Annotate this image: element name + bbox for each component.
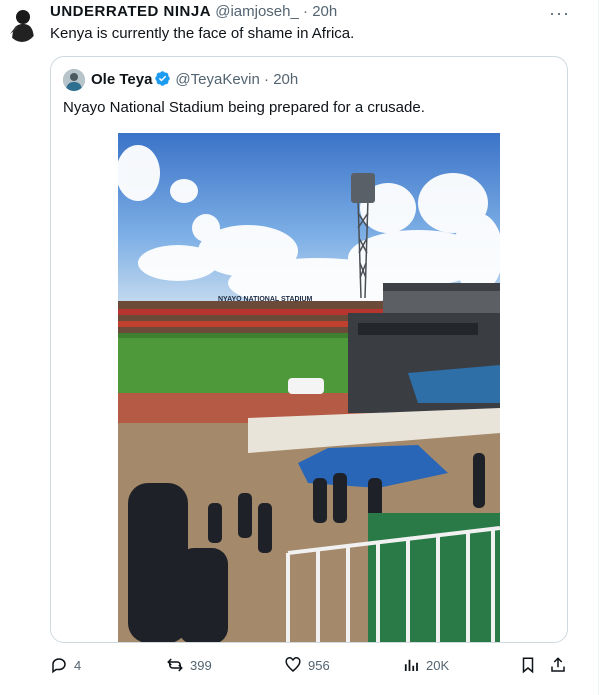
- retweet-count: 399: [190, 657, 212, 673]
- tweet-time[interactable]: 20h: [312, 3, 337, 20]
- bookmark-icon: [522, 657, 534, 674]
- tweet-header: UNDERRATED NINJA @iamjoseh_ · 20h: [50, 3, 337, 21]
- quote-time[interactable]: 20h: [273, 71, 298, 88]
- quote-text: Nyayo National Stadium being prepared fo…: [63, 99, 425, 116]
- views-button[interactable]: 20K: [402, 656, 449, 674]
- quote-author-avatar[interactable]: [63, 69, 85, 91]
- heart-icon: [285, 657, 301, 672]
- quoted-tweet[interactable]: Ole Teya @TeyaKevin · 20h Nyayo National …: [50, 56, 568, 643]
- retweet-icon: [167, 658, 183, 672]
- tweet[interactable]: UNDERRATED NINJA @iamjoseh_ · 20h ··· Ke…: [0, 0, 599, 695]
- quote-header: Ole Teya @TeyaKevin · 20h: [91, 70, 298, 92]
- reply-icon: [52, 658, 66, 674]
- author-name[interactable]: UNDERRATED NINJA: [50, 3, 211, 20]
- more-dots-icon[interactable]: ···: [549, 3, 570, 24]
- views-chart-icon: [404, 659, 418, 671]
- share-button[interactable]: [549, 656, 567, 674]
- stadium-photo[interactable]: NYAYO NATIONAL STADIUM: [118, 133, 500, 642]
- quote-author-name[interactable]: Ole Teya: [91, 71, 152, 88]
- header-separator: ·: [303, 3, 309, 20]
- quote-separator: ·: [264, 71, 270, 88]
- retweet-button[interactable]: 399: [166, 656, 212, 674]
- stadium-sign: NYAYO NATIONAL STADIUM: [218, 296, 313, 303]
- share-icon: [551, 657, 565, 672]
- author-handle[interactable]: @iamjoseh_: [215, 3, 299, 20]
- reply-button[interactable]: 4: [50, 656, 81, 674]
- verified-badge-icon: [154, 70, 171, 92]
- like-button[interactable]: 956: [284, 656, 330, 674]
- views-count: 20K: [426, 657, 450, 673]
- reply-count: 4: [74, 657, 82, 673]
- like-count: 956: [308, 657, 330, 673]
- action-bar: 4 399 956 20K: [0, 650, 599, 680]
- tweet-text: Kenya is currently the face of shame in …: [50, 25, 355, 42]
- bookmark-button[interactable]: [519, 656, 537, 674]
- quote-author-handle[interactable]: @TeyaKevin: [175, 71, 259, 88]
- author-avatar[interactable]: [6, 4, 38, 42]
